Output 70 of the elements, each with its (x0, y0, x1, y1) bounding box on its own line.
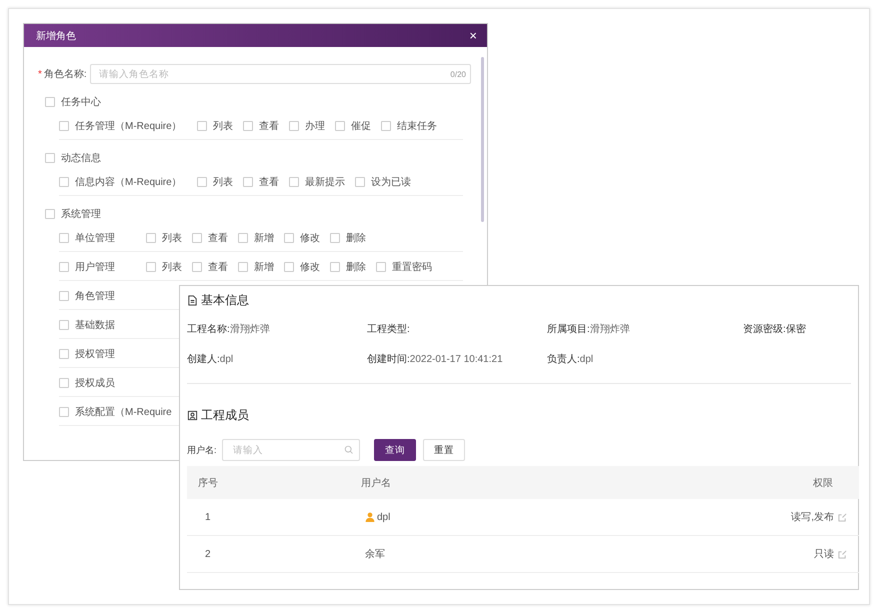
column-header: 序号 (197, 476, 219, 490)
permission-checkbox[interactable]: 基础数据 (59, 318, 146, 332)
permission-checkbox[interactable]: 授权成员 (59, 376, 146, 390)
table-cell: dpl (377, 512, 390, 522)
table-cell-text: 2 (204, 548, 212, 560)
section-title: 基本信息 (201, 292, 249, 308)
field-value: dpl (580, 354, 594, 365)
permission-checkbox[interactable]: 任务管理（M-Require） (59, 119, 197, 133)
edit-icon[interactable] (838, 512, 847, 522)
document-icon (187, 294, 198, 306)
permission-checkbox[interactable]: 修改 (284, 231, 330, 245)
field-label: 工程类型: (367, 324, 410, 335)
field-label: 资源密级: (743, 324, 786, 335)
permission-checkbox[interactable]: 角色管理 (59, 289, 146, 303)
contact-card-icon (187, 410, 198, 420)
permission-checkbox[interactable]: 设为已读 (355, 175, 421, 189)
permission-checkbox[interactable]: 列表 (146, 231, 192, 245)
field-label: 所属项目: (547, 324, 590, 335)
scrollbar[interactable] (481, 57, 484, 222)
field-value: dpl (220, 354, 234, 365)
field-label: 创建时间: (367, 354, 410, 365)
table-cell-text: 1 (204, 512, 212, 522)
search-icon (344, 445, 354, 455)
permission-checkbox[interactable]: 查看 (192, 260, 238, 274)
permission-checkbox[interactable]: 列表 (197, 119, 243, 133)
permission-checkbox[interactable]: 单位管理 (59, 231, 146, 245)
field-label: 工程名称: (187, 324, 230, 335)
group-checkbox[interactable]: 系统管理 (45, 205, 101, 223)
permission-checkbox[interactable]: 删除 (330, 260, 376, 274)
field-label: * 角色名称: (38, 68, 84, 81)
permission-checkbox[interactable]: 删除 (330, 231, 376, 245)
field-value: 滑翔炸弹 (230, 324, 270, 335)
field-label: 用户名: (187, 444, 218, 456)
character-counter: 0/20 (450, 70, 466, 79)
permission-checkbox[interactable]: 结束任务 (381, 119, 447, 133)
field-label: 创建人: (187, 354, 220, 365)
edit-icon[interactable] (838, 550, 847, 558)
table-cell-text: 余军 (365, 548, 385, 561)
reset-button[interactable]: 重置 (423, 439, 465, 461)
column-header: 用户名 (361, 476, 392, 490)
table-cell-text: 读写,发布 (791, 510, 834, 524)
permission-checkbox[interactable]: 新增 (238, 231, 284, 245)
permission-checkbox[interactable]: 查看 (243, 175, 289, 189)
permission-checkbox[interactable]: 办理 (289, 119, 335, 133)
column-header: 权限 (813, 476, 834, 490)
close-button[interactable]: × (469, 28, 477, 43)
field-value: 滑翔炸弹 (590, 324, 630, 335)
permission-checkbox[interactable]: 最新提示 (289, 175, 355, 189)
dialog-title: 新增角色 (36, 30, 76, 42)
permission-checkbox[interactable]: 列表 (146, 260, 192, 274)
permission-checkbox[interactable]: 查看 (243, 119, 289, 133)
permission-checkbox[interactable]: 修改 (284, 260, 330, 274)
group-checkbox[interactable]: 动态信息 (45, 149, 101, 167)
permission-checkbox[interactable]: 查看 (192, 231, 238, 245)
field-value: 保密 (786, 324, 806, 335)
group-checkbox[interactable]: 任务中心 (45, 93, 101, 111)
field-label: 负责人: (547, 354, 580, 365)
permission-checkbox[interactable]: 系统配置（M-Require (59, 405, 172, 419)
section-title: 工程成员 (201, 406, 249, 424)
query-button[interactable]: 查询 (374, 439, 416, 461)
permission-checkbox[interactable]: 信息内容（M-Require） (59, 175, 197, 189)
permission-checkbox[interactable]: 重置密码 (376, 260, 442, 274)
table-cell-text: 只读 (814, 548, 834, 561)
field-value: 2022-01-17 10:41:21 (410, 354, 503, 365)
permission-checkbox[interactable]: 新增 (238, 260, 284, 274)
permission-checkbox[interactable]: 催促 (335, 119, 381, 133)
username-search-field[interactable]: 请输入 (222, 439, 360, 461)
permission-checkbox[interactable]: 列表 (197, 175, 243, 189)
permission-checkbox[interactable]: 授权管理 (59, 347, 146, 361)
permission-checkbox[interactable]: 用户管理 (59, 260, 146, 274)
